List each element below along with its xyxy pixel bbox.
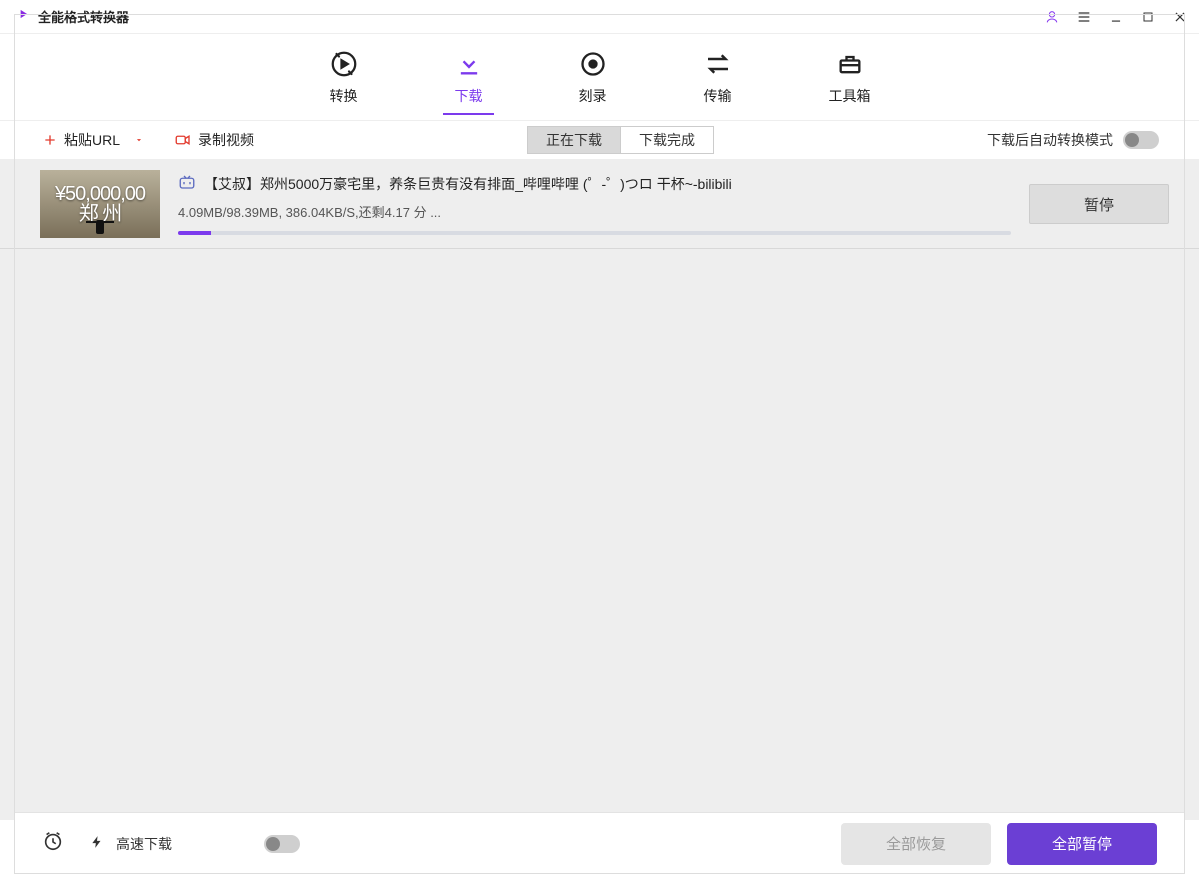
high-speed-toggle[interactable] [264, 835, 300, 853]
nav-label: 下载 [455, 86, 483, 106]
high-speed-group: 高速下载 [90, 833, 300, 854]
pause-button[interactable]: 暂停 [1029, 184, 1169, 224]
titlebar: 全能格式转换器 [0, 0, 1199, 34]
action-bar: 粘贴URL 录制视频 正在下载 下载完成 下载后自动转换模式 [0, 120, 1199, 160]
menu-icon[interactable] [1075, 8, 1093, 26]
record-video-label: 录制视频 [198, 130, 254, 150]
maximize-icon[interactable] [1139, 8, 1157, 26]
auto-convert-label: 下载后自动转换模式 [987, 130, 1113, 150]
chevron-down-icon [134, 132, 144, 148]
progress-bar [178, 231, 1011, 235]
nav-label: 转换 [330, 86, 358, 106]
download-icon [455, 48, 483, 80]
minimize-icon[interactable] [1107, 8, 1125, 26]
footer-right: 全部恢复 全部暂停 [841, 823, 1157, 865]
download-list: ¥50,000,00 郑 州 【艾叔】郑州5000万豪宅里，养条巨贵有没有排面_… [0, 160, 1199, 820]
thumb-caption: ¥50,000,00 郑 州 [55, 184, 145, 224]
footer-bar: 高速下载 全部恢复 全部暂停 [14, 812, 1185, 874]
burn-icon [579, 48, 607, 80]
download-progress-text: 4.09MB/98.39MB, 386.04KB/S,还剩4.17 分 ... [178, 202, 1011, 221]
paste-url-label: 粘贴URL [64, 130, 120, 150]
progress-fill [178, 231, 211, 235]
user-icon[interactable] [1043, 8, 1061, 26]
resume-all-button[interactable]: 全部恢复 [841, 823, 991, 865]
nav-tab-toolbox[interactable]: 工具箱 [811, 40, 889, 114]
lightning-icon [90, 833, 104, 854]
titlebar-right [1043, 8, 1189, 26]
nav-label: 刻录 [579, 86, 607, 106]
nav-tab-download[interactable]: 下载 [437, 40, 501, 114]
nav-label: 工具箱 [829, 86, 871, 106]
convert-icon [329, 48, 359, 80]
titlebar-left: 全能格式转换器 [16, 7, 129, 26]
download-title: 【艾叔】郑州5000万豪宅里，养条巨贵有没有排面_哔哩哔哩 (゜-゜)つロ 干杯… [204, 174, 732, 194]
pause-all-button[interactable]: 全部暂停 [1007, 823, 1157, 865]
nav-label: 传输 [704, 86, 732, 106]
record-video-button[interactable]: 录制视频 [174, 130, 254, 150]
nav-tab-burn[interactable]: 刻录 [561, 40, 625, 114]
close-icon[interactable] [1171, 8, 1189, 26]
main-nav: 转换 下载 刻录 传输 工具箱 [0, 34, 1199, 120]
toolbox-icon [836, 48, 864, 80]
transfer-icon [703, 48, 733, 80]
paste-url-button[interactable]: 粘贴URL [42, 130, 144, 150]
actionbar-center: 正在下载 下载完成 [254, 126, 987, 154]
app-logo-icon [16, 7, 30, 26]
download-title-row: 【艾叔】郑州5000万豪宅里，养条巨贵有没有排面_哔哩哔哩 (゜-゜)つロ 干杯… [178, 173, 1011, 194]
schedule-icon[interactable] [42, 830, 64, 857]
high-speed-label: 高速下载 [116, 834, 172, 854]
video-thumbnail: ¥50,000,00 郑 州 [40, 170, 160, 238]
app-title: 全能格式转换器 [38, 7, 129, 26]
actionbar-left: 粘贴URL 录制视频 [0, 130, 254, 150]
tab-downloading[interactable]: 正在下载 [527, 126, 620, 154]
download-info: 【艾叔】郑州5000万豪宅里，养条巨贵有没有排面_哔哩哔哩 (゜-゜)つロ 干杯… [178, 173, 1011, 235]
bilibili-icon [178, 173, 196, 194]
download-item: ¥50,000,00 郑 州 【艾叔】郑州5000万豪宅里，养条巨贵有没有排面_… [0, 160, 1199, 249]
auto-convert-toggle[interactable] [1123, 131, 1159, 149]
actionbar-right: 下载后自动转换模式 [987, 130, 1199, 150]
nav-tab-convert[interactable]: 转换 [311, 40, 377, 114]
nav-tab-transfer[interactable]: 传输 [685, 40, 751, 114]
footer-left: 高速下载 [42, 830, 300, 857]
tab-completed[interactable]: 下载完成 [620, 126, 714, 154]
